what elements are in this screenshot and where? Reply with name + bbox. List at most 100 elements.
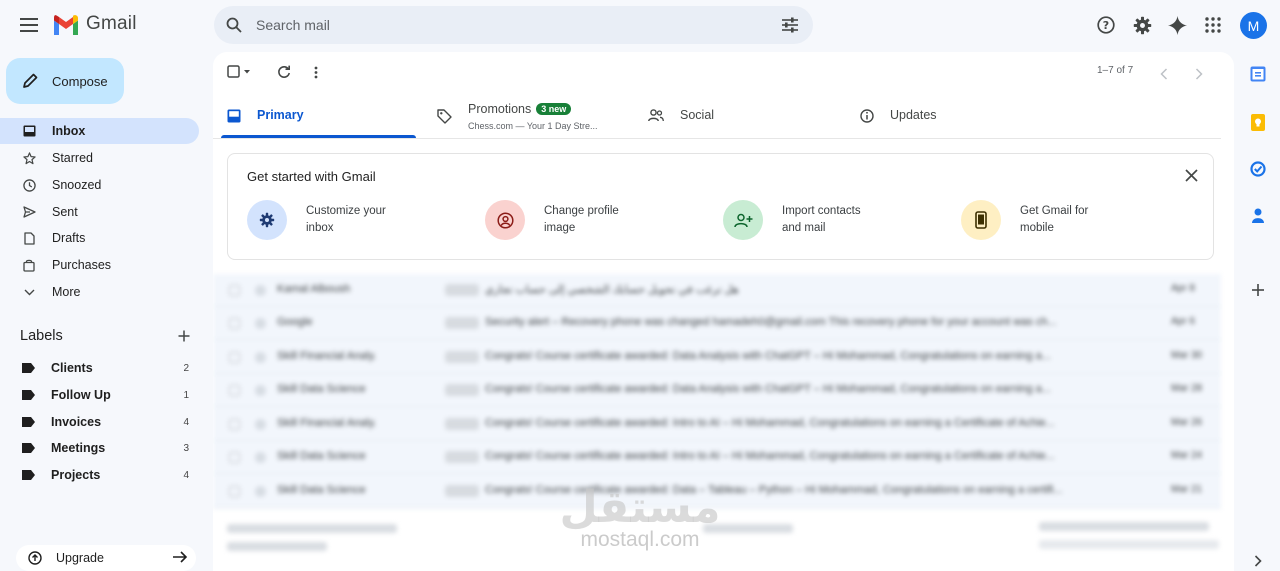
tab-label: Primary [257, 108, 304, 122]
label-name: Meetings [51, 441, 106, 455]
label-item-projects[interactable]: Projects 4 [0, 462, 199, 488]
show-side-panel-button[interactable] [1249, 552, 1267, 570]
nav-label: More [52, 285, 81, 299]
gs-line2: inbox [306, 222, 334, 234]
email-row[interactable]: Google Security alert – Recovery phone w… [213, 307, 1221, 340]
select-all-checkbox[interactable] [227, 64, 251, 80]
refresh-button[interactable] [277, 64, 291, 80]
info-icon [860, 109, 874, 123]
chevron-right-icon [1254, 555, 1262, 567]
gs-line1: Change profile [544, 205, 619, 217]
label-tag-icon [22, 417, 35, 427]
upgrade-button[interactable]: Upgrade [16, 545, 196, 571]
star-toggle-icon[interactable] [255, 419, 266, 430]
label-chip [445, 384, 479, 396]
gmail-logo[interactable]: Gmail [52, 13, 137, 35]
label-count: 2 [183, 362, 189, 374]
draft-icon [22, 231, 36, 245]
contacts-app-button[interactable] [1249, 206, 1267, 224]
label-chip [445, 351, 479, 363]
nav-label: Sent [52, 205, 78, 219]
nav-item-drafts[interactable]: Drafts [0, 225, 199, 251]
footer-bar [1039, 540, 1219, 549]
calendar-app-button[interactable] [1249, 65, 1267, 83]
email-snippet: هل ترغب في تحويل حسابك الشخصي إلى حساب ت… [485, 284, 739, 296]
label-item-follow-up[interactable]: Follow Up 1 [0, 382, 199, 408]
customize-inbox-item[interactable]: Customize your inbox [247, 200, 416, 240]
keep-app-button[interactable] [1249, 113, 1267, 131]
email-date: Apr 8 [1171, 283, 1195, 294]
upgrade-label: Upgrade [56, 551, 104, 565]
main-menu-button[interactable] [16, 12, 42, 38]
prev-page-button[interactable] [1160, 66, 1168, 82]
search-icon[interactable] [226, 17, 242, 33]
tab-updates[interactable]: Updates [860, 100, 1060, 138]
get-gmail-mobile-item[interactable]: Get Gmail for mobile [961, 200, 1130, 240]
label-tag-icon [22, 363, 35, 373]
row-checkbox[interactable] [229, 419, 240, 430]
footer-bar [227, 524, 397, 533]
email-row[interactable]: Skill Data Science Congrats! Course cert… [213, 374, 1221, 407]
settings-button[interactable] [1131, 14, 1153, 36]
label-item-invoices[interactable]: Invoices 4 [0, 409, 199, 435]
help-button[interactable]: ? [1095, 14, 1117, 36]
search-input[interactable] [256, 17, 781, 33]
more-actions-button[interactable] [314, 64, 318, 80]
tab-primary[interactable]: Primary [227, 100, 417, 138]
email-row[interactable]: Skill Financial Analy. Congrats! Course … [213, 408, 1221, 441]
compose-button[interactable]: Compose [6, 58, 124, 104]
star-toggle-icon[interactable] [255, 285, 266, 296]
search-options-icon[interactable] [781, 17, 799, 33]
email-row[interactable]: Skill Data Science Congrats! Course cert… [213, 475, 1221, 508]
nav-item-inbox[interactable]: Inbox [0, 118, 199, 144]
tab-promotions[interactable]: Promotions 3 new Chess.com — Your 1 Day S… [437, 100, 637, 138]
label-name: Invoices [51, 415, 102, 429]
nav-item-sent[interactable]: Sent [0, 199, 199, 225]
account-avatar[interactable]: M [1240, 12, 1267, 39]
label-count: 3 [183, 442, 189, 454]
import-contacts-item[interactable]: Import contacts and mail [723, 200, 892, 240]
tab-social[interactable]: Social [648, 100, 848, 138]
apps-button[interactable] [1202, 14, 1224, 36]
label-item-clients[interactable]: Clients 2 [0, 355, 199, 381]
nav-item-starred[interactable]: Starred [0, 145, 199, 171]
label-name: Projects [51, 468, 101, 482]
nav-item-purchases[interactable]: Purchases [0, 252, 199, 278]
email-row[interactable]: Kamal Alboush هل ترغب في تحويل حسابك الش… [213, 274, 1221, 307]
change-profile-image-item[interactable]: Change profile image [485, 200, 654, 240]
pencil-icon [23, 73, 38, 88]
nav-item-snoozed[interactable]: Snoozed [0, 172, 199, 198]
more-vert-icon [314, 66, 318, 78]
next-page-button[interactable] [1195, 66, 1203, 82]
row-checkbox[interactable] [229, 486, 240, 497]
tab-label: Social [680, 108, 715, 122]
get-addons-button[interactable] [1249, 281, 1267, 299]
gs-line1: Get Gmail for [1020, 205, 1089, 217]
gemini-button[interactable] [1166, 14, 1188, 36]
row-checkbox[interactable] [229, 452, 240, 463]
star-toggle-icon[interactable] [255, 318, 266, 329]
row-checkbox[interactable] [229, 385, 240, 396]
email-sender: Google [277, 316, 313, 328]
star-icon [22, 151, 36, 165]
gs-line2: and mail [782, 222, 826, 234]
add-label-button[interactable] [176, 328, 192, 344]
row-checkbox[interactable] [229, 318, 240, 329]
star-toggle-icon[interactable] [255, 452, 266, 463]
tasks-app-button[interactable] [1249, 160, 1267, 178]
label-chip [445, 451, 479, 463]
close-button[interactable] [1185, 169, 1199, 183]
row-checkbox[interactable] [229, 352, 240, 363]
email-list: Kamal Alboush هل ترغب في تحويل حسابك الش… [213, 274, 1221, 509]
label-item-meetings[interactable]: Meetings 3 [0, 435, 199, 461]
email-row[interactable]: Skill Data Science Congrats! Course cert… [213, 441, 1221, 474]
star-toggle-icon[interactable] [255, 352, 266, 363]
row-checkbox[interactable] [229, 285, 240, 296]
nav-item-more[interactable]: More [0, 279, 199, 305]
star-toggle-icon[interactable] [255, 486, 266, 497]
search-bar[interactable] [214, 6, 813, 44]
gs-line2: image [544, 222, 576, 234]
star-toggle-icon[interactable] [255, 385, 266, 396]
email-row[interactable]: Skill Financial Analy. Congrats! Course … [213, 341, 1221, 374]
nav-label: Drafts [52, 231, 86, 245]
